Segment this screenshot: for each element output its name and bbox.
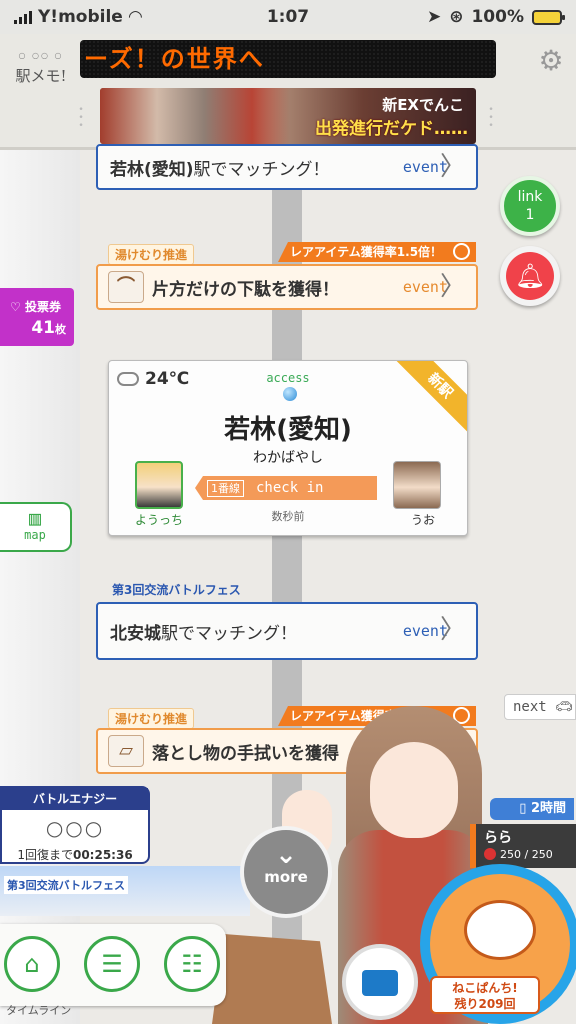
carrier: Y!mobile ◠ (14, 7, 142, 27)
shopping-bag (212, 934, 332, 1024)
matching-card-mid[interactable]: 北安城駅でマッチング！ event 〉 (96, 602, 478, 660)
item-text: 片方だけの下駄を獲得！ (152, 279, 339, 300)
partner-time-badge: ▯ 2時間 (490, 798, 574, 820)
chevron-down-icon: ⌄ (275, 840, 297, 870)
link-count: 1 (525, 207, 535, 223)
neko-punch-label[interactable]: ねこぱんち! 残り209回 (430, 976, 540, 1014)
user-avatar-left[interactable] (135, 461, 183, 509)
timeline-label: タイムライン (6, 1004, 72, 1017)
wifi-icon: ◠ (128, 7, 142, 27)
line-badge: 1番線 (207, 479, 244, 497)
neko-face-icon (464, 900, 536, 960)
battery-percent: 100% (471, 7, 524, 27)
banner-characters (100, 88, 290, 144)
right-user-name: うお (411, 513, 436, 527)
header: ○ ○○ ○ 駅メモ! ーズ！の世界へ ⚙ • • • 新EXでんこ 出発進行だケド… (0, 34, 576, 150)
battle-energy-panel[interactable]: バトルエナジー ○○○ 1回復まで00:25:36 (0, 786, 150, 864)
partner-hp: 250 / 250 (484, 848, 553, 861)
neko-punch-title: ねこぱんち! (452, 981, 518, 995)
campaign-tag: 湯けむり推進 (108, 708, 195, 729)
rotation-lock-icon: ⊛ (449, 7, 464, 27)
chevron-right-icon: 〉 (439, 272, 466, 302)
energy-circles: ○○○ (45, 816, 105, 840)
banner-prev-dots: • • • (78, 105, 84, 131)
status-right: ➤ ⊛ 100% (426, 7, 565, 27)
battle-fest-label: 第3回交流バトルフェス (4, 876, 128, 894)
battle-energy-title: バトルエナジー (2, 788, 148, 810)
train-list-icon: ☷ (181, 950, 203, 978)
home-button[interactable]: ⌂ (4, 936, 60, 992)
battle-fest-tag: 第3回交流バトルフェス (112, 583, 241, 597)
map-button[interactable]: ▥ map (0, 502, 72, 552)
banner-line2: 出発進行だケド…… (315, 119, 468, 139)
chevron-right-icon: 〉 (439, 152, 466, 182)
vote-count: 41枚 (31, 318, 66, 338)
next-button[interactable]: next 🚗︎ (504, 694, 576, 720)
banner-line1: 新EXでんこ (382, 96, 464, 114)
map-label: map (24, 528, 46, 542)
briefcase-icon (362, 970, 398, 996)
signal-icon (14, 10, 32, 24)
phone-icon: ▯ (519, 801, 531, 816)
partner-character-face (370, 742, 458, 838)
rare-item-tag: レアアイテム獲得率1.5倍！ (278, 242, 476, 262)
heart-icon: ♡ (10, 300, 21, 314)
more-button[interactable]: ⌄ more (240, 826, 332, 918)
geta-item-icon: ⌒ (108, 271, 144, 303)
home-icon: ⌂ (24, 950, 40, 978)
location-icon: ➤ (426, 7, 442, 27)
map-icon: ▥ (28, 506, 42, 530)
event-banner[interactable]: 新EXでんこ 出発進行だケド…… (100, 88, 476, 144)
rare-item-text: レアアイテム獲得率1.5倍！ (290, 245, 443, 259)
matching-card-top[interactable]: 若林(愛知)駅でマッチング！ event 〉 (96, 144, 478, 190)
campaign-tag: 湯けむり推進 (108, 244, 195, 265)
clock-icon (453, 243, 470, 260)
access-orb-icon (283, 387, 297, 401)
item-card-top[interactable]: ⌒ 片方だけの下駄を獲得！ event 〉 (96, 264, 478, 310)
checkin-label: check in (256, 480, 324, 496)
briefcase-button[interactable] (342, 944, 418, 1020)
towel-item-icon: ▱ (108, 735, 144, 767)
more-label: more (264, 868, 308, 886)
link-label: link (517, 189, 543, 205)
station-name: 若林(愛知) (224, 415, 352, 445)
hp-icon (484, 848, 496, 860)
marquee-ticker: ーズ！の世界へ (80, 40, 496, 78)
link-button[interactable]: link 1 (500, 176, 560, 236)
status-bar: Y!mobile ◠ 1:07 ➤ ⊛ 100% (0, 0, 576, 34)
car-icon: 🚗︎ (555, 699, 573, 715)
chevron-right-icon: 〉 (439, 615, 466, 645)
partner-status[interactable]: らら 250 / 250 (470, 824, 576, 868)
banner-next-dots: • • • (488, 105, 494, 131)
recover-timer: 1回復まで00:25:36 (17, 848, 133, 862)
user-avatar-right[interactable] (393, 461, 441, 509)
partner-name: らら (484, 830, 512, 846)
bottom-nav: ⌂ ☰ ☷ (0, 924, 226, 1006)
checkin-bar: 1番線 check in (195, 476, 377, 500)
app-logo[interactable]: ○ ○○ ○ 駅メモ! (10, 46, 72, 90)
matching-text: 若林(愛知)駅でマッチング！ (110, 159, 330, 180)
neko-punch-remaining: 残り209回 (454, 997, 516, 1011)
battery-icon (532, 9, 565, 25)
bell-icon: 🔔︎ (506, 252, 554, 300)
notification-button[interactable]: 🔔︎ (500, 246, 560, 306)
matching-text: 北安城駅でマッチング！ (110, 623, 297, 644)
carrier-name: Y!mobile (38, 7, 123, 27)
station-list-button[interactable]: ☷ (164, 936, 220, 992)
list-icon: ☰ (101, 950, 123, 978)
app-logo-text: 駅メモ! (15, 67, 67, 85)
gear-icon[interactable]: ⚙ (536, 46, 566, 76)
vote-ticket-button[interactable]: ♡ 投票券 41枚 (0, 288, 74, 346)
vote-label: ♡ 投票券 (10, 300, 61, 314)
timeline-list-button[interactable]: ☰ (84, 936, 140, 992)
station-checkin-card[interactable]: 24℃ access 新駅 若林(愛知) わかばやし ようっち 1番線 chec… (108, 360, 468, 536)
